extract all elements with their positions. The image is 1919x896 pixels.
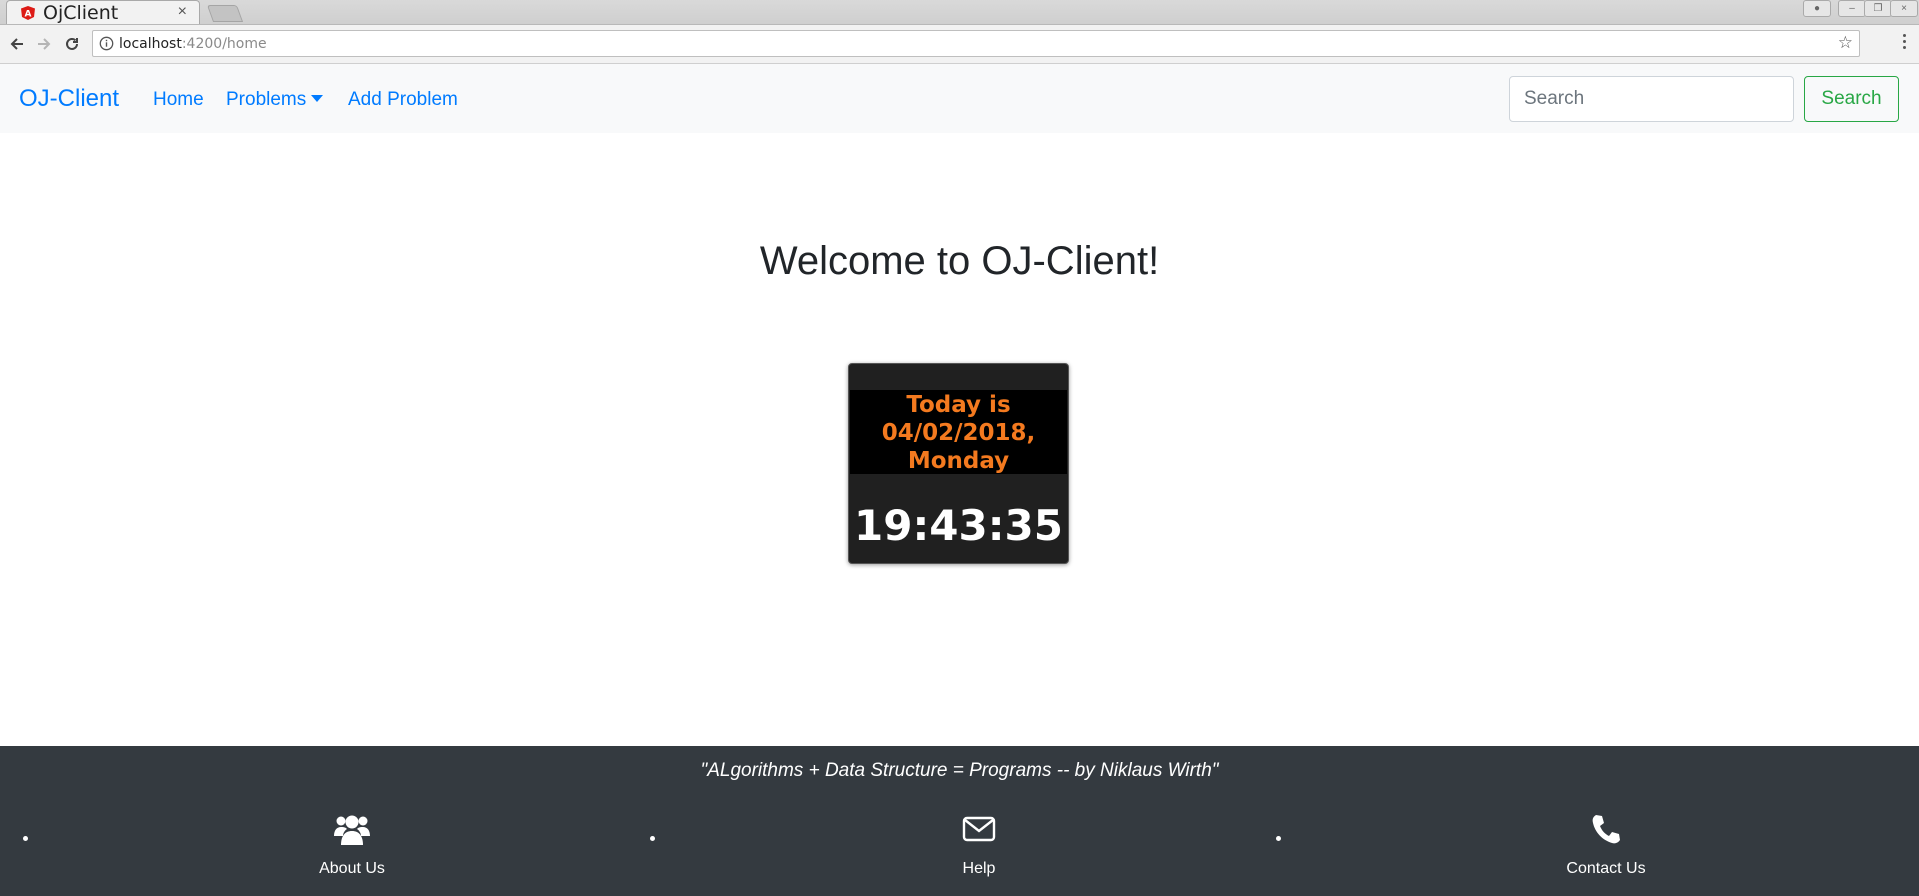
profile-icon[interactable]: ● [1803,0,1831,17]
caret-down-icon [311,95,324,102]
tab-close-icon[interactable]: × [178,3,187,21]
footer-item-contact-us-label: Contact Us [1566,860,1646,877]
search-button[interactable]: Search [1804,76,1899,122]
tab-title: OjClient [43,2,119,24]
list-bullet [23,836,28,841]
reload-icon[interactable] [61,33,83,55]
clock-date-line2: 04/02/2018, [881,420,1036,446]
angular-icon: A [21,6,35,20]
clock-widget: Today is 04/02/2018, Monday 19:43:35 [848,363,1069,564]
welcome-heading: Welcome to OJ-Client! [759,239,1160,283]
footer: "ALgorithms + Data Structure = Programs … [0,746,1919,896]
svg-text:A: A [25,10,32,20]
info-icon[interactable] [99,36,114,51]
browser-toolbar: localhost:4200/home ☆ [0,25,1919,64]
list-bullet [1276,836,1281,841]
clock-date-line3: Monday [907,448,1010,474]
close-window-icon[interactable]: × [1890,0,1918,17]
navbar-brand[interactable]: OJ-Client [19,85,119,113]
footer-quote: "ALgorithms + Data Structure = Programs … [700,760,1219,781]
nav-link-problems[interactable]: Problems [226,89,324,111]
footer-item-help-label: Help [962,860,996,877]
footer-item-about-us-label: About Us [319,860,385,877]
nav-link-add-problem[interactable]: Add Problem [348,89,458,111]
minimize-icon[interactable]: – [1838,0,1866,17]
url-text: localhost:4200/home [119,36,267,52]
browser-menu-icon[interactable] [1903,34,1907,52]
forward-icon[interactable] [33,33,55,55]
browser-tabstrip: A OjClient × ● – ❐ × [0,0,1919,25]
clock-time: 19:43:35 [854,501,1063,550]
footer-item-about-us[interactable]: About Us [252,812,452,878]
users-icon [334,815,370,845]
new-tab-button[interactable] [206,5,244,22]
url-path: :4200/home [181,36,267,52]
browser-tab[interactable]: A OjClient × [6,0,200,24]
restore-icon[interactable]: ❐ [1864,0,1892,17]
footer-item-help[interactable]: Help [879,812,1079,878]
nav-link-home[interactable]: Home [153,89,204,111]
clock-date: Today is 04/02/2018, Monday [850,390,1067,474]
url-host: localhost [119,36,182,52]
search-input[interactable] [1509,76,1794,122]
bookmark-star-icon[interactable]: ☆ [1838,33,1853,53]
phone-icon [1592,815,1620,844]
back-icon[interactable] [6,33,28,55]
footer-item-contact-us[interactable]: Contact Us [1506,812,1706,878]
clock-date-line1: Today is [906,392,1011,418]
envelope-icon [962,816,996,842]
address-bar[interactable]: localhost:4200/home ☆ [92,30,1860,57]
list-bullet [650,836,655,841]
nav-link-problems-label: Problems [226,89,307,110]
